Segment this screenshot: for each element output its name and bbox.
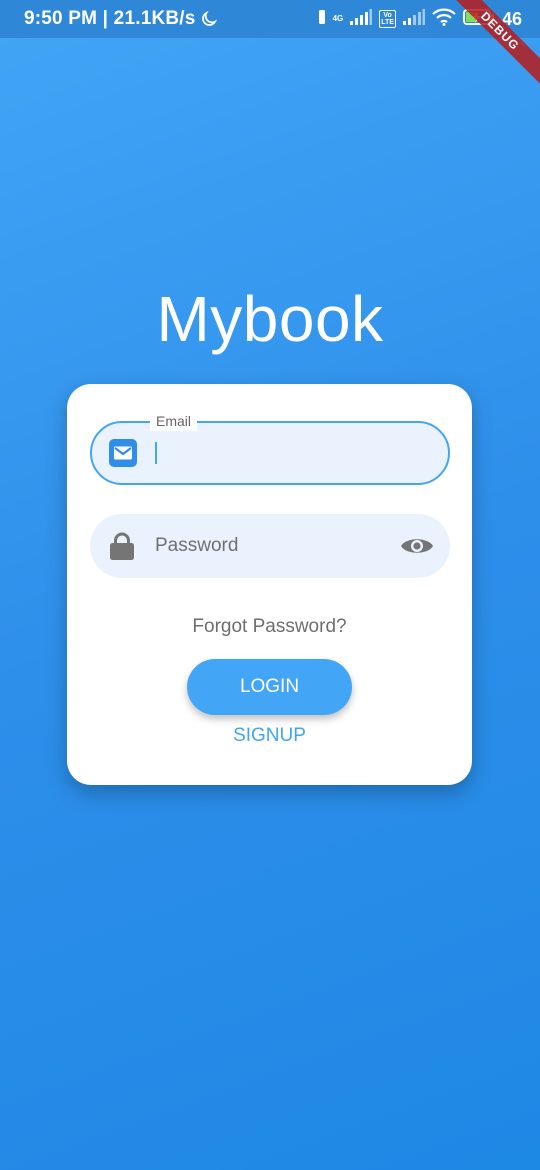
- status-left: 9:50 PM | 21.1KB/s: [24, 8, 218, 30]
- moon-icon: [200, 10, 218, 28]
- battery-level: 46: [501, 8, 522, 29]
- vibrate-icon: [318, 9, 326, 30]
- password-input[interactable]: [155, 514, 385, 578]
- forgot-password-link[interactable]: Forgot Password?: [67, 616, 472, 638]
- status-time-speed: 9:50 PM | 21.1KB/s: [24, 8, 196, 29]
- battery-icon: [462, 8, 495, 31]
- wifi-icon: [432, 8, 456, 31]
- status-right: 4G Vo LTE 46: [318, 8, 522, 31]
- signal-icon-2: [402, 8, 425, 30]
- password-field[interactable]: [90, 514, 450, 578]
- signal-icon: [350, 8, 373, 30]
- lock-icon: [108, 531, 136, 561]
- signup-button[interactable]: SIGNUP: [67, 725, 472, 747]
- email-input[interactable]: [157, 423, 387, 483]
- volte-badge: Vo LTE: [379, 10, 396, 28]
- email-field[interactable]: Email: [90, 411, 450, 485]
- network-label: 4G: [332, 14, 344, 23]
- login-button[interactable]: LOGIN: [187, 659, 352, 715]
- eye-icon[interactable]: [400, 534, 434, 558]
- status-bar: 9:50 PM | 21.1KB/s 4G Vo LTE 46: [0, 0, 540, 38]
- email-icon: [108, 438, 138, 468]
- login-card: Email Forgot Password? LOGIN SIGNUP: [67, 384, 472, 785]
- app-title: Mybook: [156, 283, 384, 355]
